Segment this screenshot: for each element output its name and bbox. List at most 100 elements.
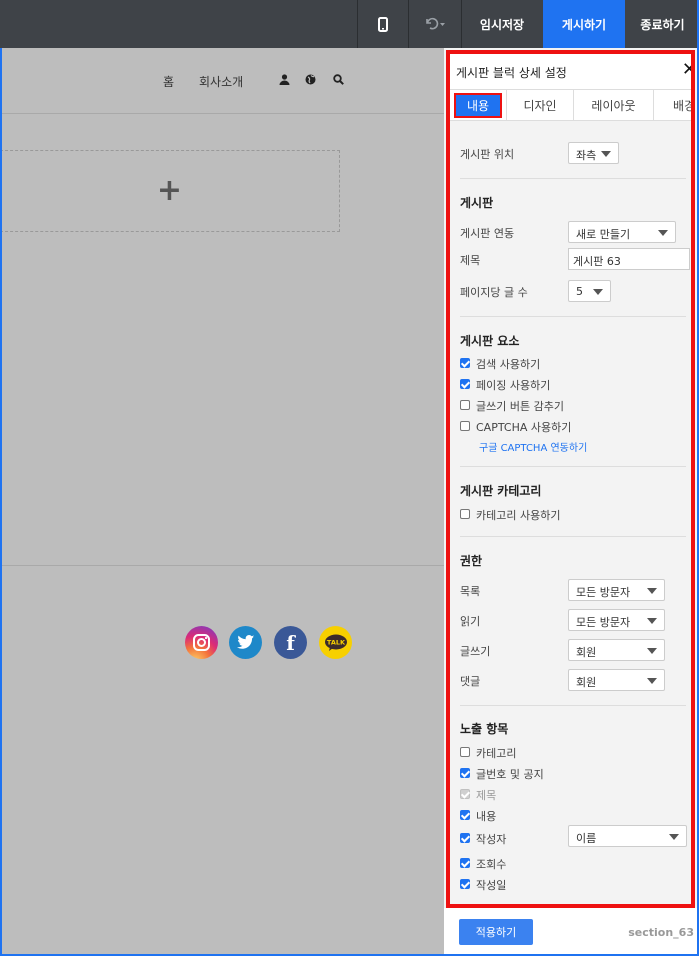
per-page-select[interactable]: 5	[568, 280, 611, 302]
chevron-down-icon	[647, 648, 657, 654]
search-checkbox[interactable]: 검색 사용하기	[460, 355, 660, 371]
chevron-down-icon	[658, 230, 668, 236]
facebook-icon[interactable]: f	[274, 626, 307, 659]
checkbox-checked-icon	[460, 768, 470, 778]
author-display-select[interactable]: 이름	[568, 825, 687, 847]
panel-header: 게시판 블럭 상세 설정 ✕	[450, 54, 691, 90]
section-divider	[460, 316, 686, 317]
permission-row-comment: 댓글 회원	[460, 669, 690, 691]
board-settings-panel: 게시판 블럭 상세 설정 ✕ 내용 디자인 레이아웃 배경 게시판 위치 좌측 …	[446, 50, 695, 908]
captcha-checkbox[interactable]: CAPTCHA 사용하기	[460, 418, 660, 434]
chevron-down-icon	[647, 618, 657, 624]
window-border-left	[0, 48, 2, 956]
board-link-value: 새로 만들기	[576, 228, 631, 241]
checkbox-checked-icon	[460, 358, 470, 368]
hide-write-button-label: 글쓰기 버튼 감추기	[476, 400, 564, 413]
publish-button[interactable]: 게시하기	[543, 0, 625, 48]
board-subject-row: 제목 게시판 63	[460, 248, 690, 270]
board-position-label: 게시판 위치	[460, 148, 515, 161]
mobile-preview-button[interactable]	[358, 0, 408, 48]
display-category-label: 카테고리	[476, 747, 517, 760]
display-date-checkbox[interactable]: 작성일	[460, 876, 660, 892]
per-page-value: 5	[576, 285, 583, 298]
temp-save-button[interactable]: 임시저장	[462, 0, 542, 48]
checkbox-unchecked-icon	[460, 509, 470, 519]
permission-comment-select[interactable]: 회원	[568, 669, 665, 691]
header-divider	[0, 113, 444, 114]
twitter-icon[interactable]	[229, 626, 262, 659]
undo-icon	[426, 17, 445, 30]
display-subject-label: 제목	[476, 789, 497, 802]
board-link-select[interactable]: 새로 만들기	[568, 221, 676, 243]
panel-tabs: 내용 디자인 레이아웃 배경	[450, 90, 691, 121]
checkbox-unchecked-icon	[460, 400, 470, 410]
checkbox-checked-icon	[460, 879, 470, 889]
panel-footer: 적용하기 section_63	[444, 908, 699, 956]
tab-design[interactable]: 디자인	[507, 90, 574, 121]
top-toolbar: 임시저장 게시하기 종료하기	[0, 0, 699, 48]
checkbox-checked-icon	[460, 858, 470, 868]
section-divider	[460, 705, 686, 706]
board-subject-label: 제목	[460, 254, 481, 267]
board-subject-input[interactable]: 게시판 63	[568, 248, 690, 270]
permission-write-label: 글쓰기	[460, 645, 491, 658]
display-category-checkbox[interactable]: 카테고리	[460, 744, 660, 760]
permission-read-select[interactable]: 모든 방문자	[568, 609, 665, 631]
permission-list-select[interactable]: 모든 방문자	[568, 579, 665, 601]
permission-list-value: 모든 방문자	[576, 586, 631, 599]
page-preview: 홈 회사소개 + f TALK	[0, 48, 444, 956]
permission-write-select[interactable]: 회원	[568, 639, 665, 661]
permission-row-list: 목록 모든 방문자	[460, 579, 690, 601]
author-display-value: 이름	[576, 832, 597, 845]
chevron-down-icon	[647, 678, 657, 684]
display-author-label: 작성자	[476, 833, 507, 846]
chevron-down-icon	[669, 834, 679, 840]
display-number-notice-label: 글번호 및 공지	[476, 768, 544, 781]
chevron-down-icon	[647, 588, 657, 594]
close-icon[interactable]: ✕	[682, 59, 691, 80]
captcha-checkbox-label: CAPTCHA 사용하기	[476, 421, 572, 434]
paging-checkbox[interactable]: 페이징 사용하기	[460, 376, 660, 392]
permission-comment-value: 회원	[576, 676, 597, 689]
exit-button[interactable]: 종료하기	[626, 0, 699, 48]
display-views-checkbox[interactable]: 조회수	[460, 855, 660, 871]
kakaotalk-icon[interactable]: TALK	[319, 626, 352, 659]
section-divider	[460, 178, 686, 179]
tab-layout[interactable]: 레이아웃	[574, 90, 654, 121]
google-captcha-link[interactable]: 구글 CAPTCHA 연동하기	[479, 439, 587, 454]
display-content-checkbox[interactable]: 내용	[460, 807, 660, 823]
globe-icon[interactable]	[305, 74, 316, 88]
undo-button[interactable]	[409, 0, 461, 48]
permission-row-write: 글쓰기 회원	[460, 639, 690, 661]
search-icon[interactable]	[333, 74, 344, 88]
display-items-title: 노출 항목	[460, 722, 509, 736]
display-date-label: 작성일	[476, 879, 507, 892]
board-position-row: 게시판 위치 좌측	[460, 142, 690, 164]
section-divider	[460, 466, 686, 467]
user-icon[interactable]	[279, 74, 290, 88]
apply-button[interactable]: 적용하기	[459, 919, 533, 945]
paging-checkbox-label: 페이징 사용하기	[476, 379, 551, 392]
chevron-down-icon	[601, 151, 611, 157]
display-subject-checkbox: 제목	[460, 786, 660, 802]
hide-write-button-checkbox[interactable]: 글쓰기 버튼 감추기	[460, 397, 660, 413]
use-category-checkbox[interactable]: 카테고리 사용하기	[460, 506, 660, 522]
board-position-value: 좌측	[576, 149, 597, 162]
use-category-label: 카테고리 사용하기	[476, 509, 561, 522]
board-position-select[interactable]: 좌측	[568, 142, 619, 164]
checkbox-unchecked-icon	[460, 421, 470, 431]
mobile-phone-icon	[378, 16, 388, 32]
nav-item-about[interactable]: 회사소개	[199, 73, 243, 90]
section-id-label: section_63	[628, 926, 694, 939]
permission-comment-label: 댓글	[460, 675, 481, 688]
display-number-notice-checkbox[interactable]: 글번호 및 공지	[460, 765, 660, 781]
instagram-icon[interactable]	[185, 626, 218, 659]
permission-write-value: 회원	[576, 646, 597, 659]
board-link-label: 게시판 연동	[460, 227, 515, 240]
nav-item-home[interactable]: 홈	[163, 73, 174, 90]
add-block-area[interactable]: +	[0, 150, 340, 232]
permission-read-label: 읽기	[460, 615, 481, 628]
permission-row-read: 읽기 모든 방문자	[460, 609, 690, 631]
tab-background[interactable]: 배경	[654, 90, 691, 121]
tab-content[interactable]: 내용	[450, 90, 507, 121]
